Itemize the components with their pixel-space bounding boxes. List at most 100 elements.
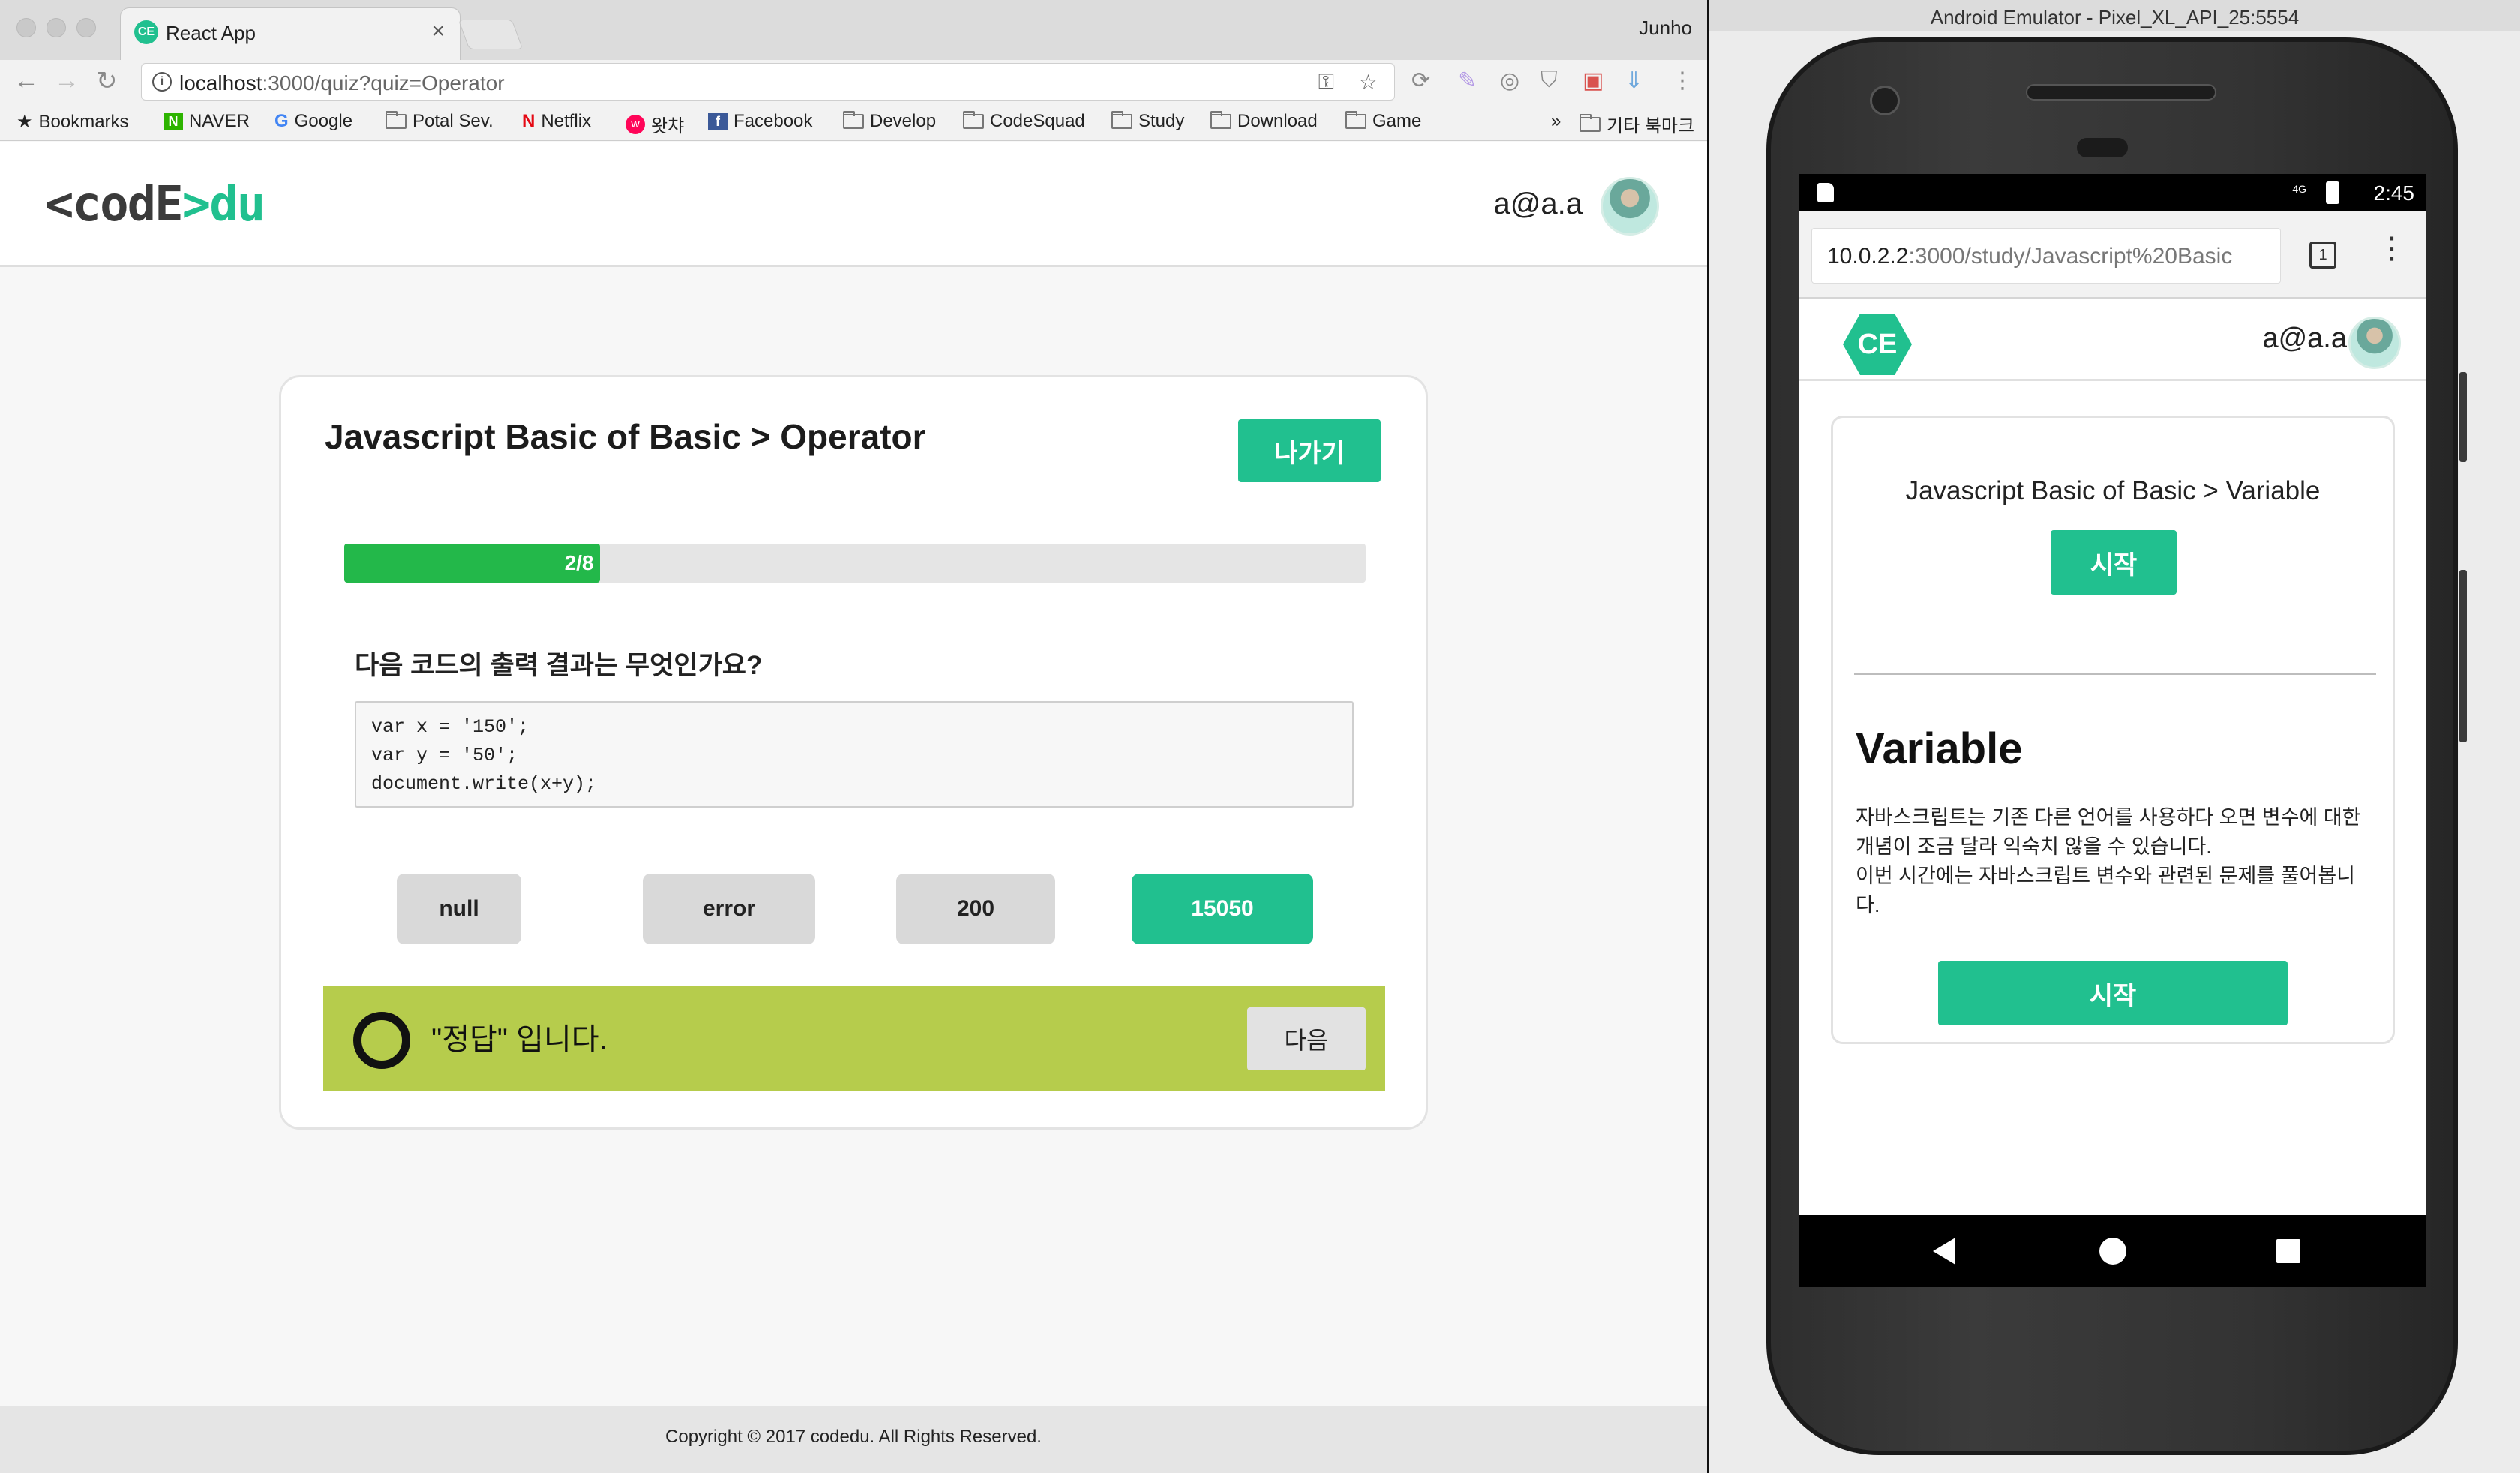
emulator-titlebar: Android Emulator - Pixel_XL_API_25:5554 xyxy=(1709,0,2520,32)
reload-icon[interactable]: ↻ xyxy=(96,66,118,96)
back-arrow-icon[interactable]: ← xyxy=(14,66,39,95)
bookmarks-bar: ★ Bookmarks N NAVER G Google Potal Sev. N Ne… xyxy=(0,104,1707,141)
site-footer: Copyright © 2017 codedu. All Rights Rese… xyxy=(0,1406,1707,1473)
netflix-icon: N xyxy=(522,111,536,131)
code-line: document.write(x+y); xyxy=(371,773,597,795)
bookmark-netflix[interactable]: N Netflix xyxy=(522,111,591,132)
mobile-user-email[interactable]: a@a.a xyxy=(2262,322,2347,355)
bookmark-naver[interactable]: N NAVER xyxy=(164,111,250,132)
bookmark-bookmarks[interactable]: ★ Bookmarks xyxy=(16,111,129,133)
folder-icon xyxy=(1210,111,1232,129)
code-line: var x = '150'; xyxy=(371,716,530,738)
profile-name[interactable]: Junho xyxy=(1639,16,1692,40)
close-window-button[interactable] xyxy=(16,18,36,38)
user-avatar[interactable] xyxy=(1600,177,1659,236)
extension-image-icon[interactable]: ▣ xyxy=(1582,68,1604,94)
study-heading: Variable xyxy=(1856,724,2023,773)
study-description: 자바스크립트는 기존 다른 언어를 사용하다 오면 변수에 대한 개념이 조금 … xyxy=(1856,803,2373,920)
mobile-user-avatar[interactable] xyxy=(2348,316,2401,369)
code-block: var x = '150'; var y = '50'; document.wr… xyxy=(355,701,1354,808)
back-triangle-icon[interactable] xyxy=(1933,1238,1955,1264)
recents-square-icon[interactable] xyxy=(2276,1239,2300,1263)
mobile-address-bar[interactable]: 10.0.2.2:3000/study/Javascript%20Basic xyxy=(1811,228,2281,284)
extension-download-icon[interactable]: ⇓ xyxy=(1624,68,1643,94)
start-button-bottom[interactable]: 시작 xyxy=(1938,961,2288,1025)
folder-icon xyxy=(963,111,984,129)
bookmark-game[interactable]: Game xyxy=(1346,111,1421,132)
url-text[interactable]: localhost:3000/quiz?quiz=Operator xyxy=(179,71,505,95)
bookmark-star-icon[interactable]: ☆ xyxy=(1359,70,1378,94)
android-emulator-window: Android Emulator - Pixel_XL_API_25:5554 … xyxy=(1709,0,2520,1473)
volume-side-button[interactable] xyxy=(2459,570,2467,742)
star-icon: ★ xyxy=(16,112,33,132)
choice-button-selected[interactable]: 15050 xyxy=(1132,874,1313,944)
bookmark-google[interactable]: G Google xyxy=(274,111,352,132)
choice-button[interactable]: error xyxy=(643,874,815,944)
key-icon[interactable]: ⚿ xyxy=(1318,70,1334,94)
naver-icon: N xyxy=(164,113,183,130)
tab-close-icon[interactable]: × xyxy=(431,19,445,44)
study-title: Javascript Basic of Basic > Variable xyxy=(1905,476,2320,506)
google-icon: G xyxy=(274,111,289,131)
extension-sync-icon[interactable]: ⟳ xyxy=(1412,68,1430,94)
user-email[interactable]: a@a.a xyxy=(1494,188,1582,221)
power-side-button[interactable] xyxy=(2459,372,2467,462)
home-circle-icon[interactable] xyxy=(2099,1238,2126,1264)
card-divider xyxy=(1854,673,2376,675)
bookmark-potal-sev[interactable]: Potal Sev. xyxy=(386,111,494,132)
browser-tab-active[interactable]: CE React App × xyxy=(120,8,460,60)
emulator-title: Android Emulator - Pixel_XL_API_25:5554 xyxy=(1930,6,2300,28)
battery-icon xyxy=(2326,182,2339,204)
bookmark-facebook[interactable]: f Facebook xyxy=(708,111,812,132)
mobile-site-header: CE a@a.a xyxy=(1799,300,2426,381)
bookmark-other[interactable]: 기타 북마크 xyxy=(1580,111,1694,137)
watcha-icon: w xyxy=(626,114,645,134)
signal-4g-icon: 4G xyxy=(2292,183,2306,195)
forward-arrow-icon[interactable]: → xyxy=(54,66,80,95)
choice-button[interactable]: null xyxy=(397,874,521,944)
bookmark-watcha[interactable]: w 왓챠 xyxy=(626,111,684,137)
facebook-icon: f xyxy=(708,113,728,130)
folder-icon xyxy=(386,111,406,129)
codedu-mobile-logo[interactable]: CE xyxy=(1843,314,1912,375)
chrome-menu-icon[interactable]: ⋮ xyxy=(1671,68,1694,94)
url-host: localhost xyxy=(179,71,262,94)
maximize-window-button[interactable] xyxy=(76,18,96,38)
pixel-phone-frame: 4G 2:45 10.0.2.2:3000/study/Javascript%2… xyxy=(1766,38,2458,1455)
site-header: <codE>du a@a.a xyxy=(0,142,1707,267)
address-bar[interactable]: i localhost:3000/quiz?quiz=Operator ⚿ ☆ xyxy=(141,63,1395,100)
tab-strip: CE React App × Junho xyxy=(0,0,1707,60)
bookmark-codesquad[interactable]: CodeSquad xyxy=(963,111,1085,132)
code-line: var y = '50'; xyxy=(371,745,518,766)
android-nav-bar xyxy=(1799,1215,2426,1287)
extension-shield-icon[interactable]: ⛉ xyxy=(1540,68,1558,93)
result-text: "정답" 입니다. xyxy=(431,1023,608,1056)
sd-card-icon xyxy=(1817,183,1834,202)
bookmark-download[interactable]: Download xyxy=(1210,111,1318,132)
bookmark-develop[interactable]: Develop xyxy=(843,111,936,132)
extension-pen-icon[interactable]: ✎ xyxy=(1458,68,1477,94)
new-tab-button[interactable] xyxy=(458,20,524,50)
start-button-top[interactable]: 시작 xyxy=(2050,530,2176,595)
quiz-question: 다음 코드의 출력 결과는 무엇인가요? xyxy=(355,651,763,680)
extension-circle-icon[interactable]: ◎ xyxy=(1500,68,1520,94)
tab-switcher-icon[interactable]: 1 xyxy=(2309,242,2336,268)
description-paragraph: 자바스크립트는 기존 다른 언어를 사용하다 오면 변수에 대한 개념이 조금 … xyxy=(1856,806,2361,858)
bookmark-study[interactable]: Study xyxy=(1112,111,1184,132)
description-paragraph: 이번 시간에는 자바스크립트 변수와 관련된 문제를 풀어봅니다. xyxy=(1856,865,2356,916)
exit-button[interactable]: 나가기 xyxy=(1238,419,1381,482)
url-path: :3000/quiz?quiz=Operator xyxy=(262,71,505,94)
android-status-bar: 4G 2:45 xyxy=(1799,174,2426,212)
next-button[interactable]: 다음 xyxy=(1247,1007,1366,1070)
folder-icon xyxy=(1580,113,1600,132)
site-info-icon[interactable]: i xyxy=(152,72,172,92)
earpiece-speaker xyxy=(2026,84,2216,100)
folder-icon xyxy=(1346,111,1366,129)
quiz-card: Javascript Basic of Basic > Operator 나가기… xyxy=(279,375,1428,1130)
minimize-window-button[interactable] xyxy=(46,18,66,38)
mobile-menu-icon[interactable]: ⋮ xyxy=(2377,231,2407,266)
quiz-progress-bar: 2/8 xyxy=(344,544,1366,583)
codedu-logo[interactable]: <codE>du xyxy=(45,177,266,232)
bookmarks-overflow-icon[interactable]: » xyxy=(1551,111,1561,132)
choice-button[interactable]: 200 xyxy=(896,874,1055,944)
